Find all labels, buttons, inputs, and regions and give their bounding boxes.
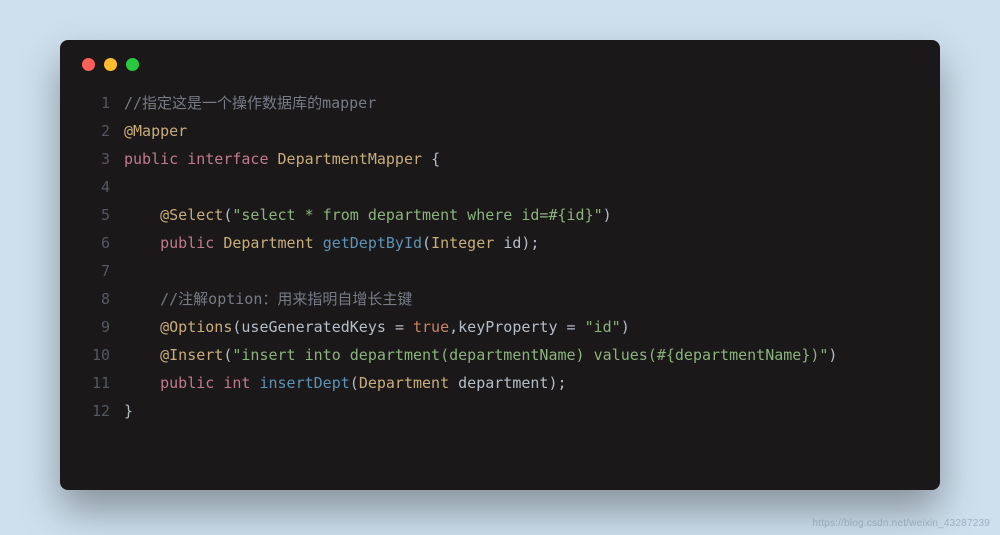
line-content: @Mapper xyxy=(124,117,187,145)
token-kw: int xyxy=(223,374,250,392)
code-line: 6 public Department getDeptById(Integer … xyxy=(82,229,918,257)
token-str: "select * from department where id=#{id}… xyxy=(232,206,602,224)
token-txt xyxy=(124,374,160,392)
line-number: 2 xyxy=(82,117,110,145)
maximize-dot-icon[interactable] xyxy=(126,58,139,71)
code-line: 2 @Mapper xyxy=(82,117,918,145)
line-number: 1 xyxy=(82,89,110,117)
line-number: 11 xyxy=(82,369,110,397)
line-number: 10 xyxy=(82,341,110,369)
token-cmt: //注解option：用来指明自增长主键 xyxy=(160,290,412,308)
line-content: @Select("select * from department where … xyxy=(124,201,612,229)
token-str: "id" xyxy=(585,318,621,336)
token-pun: ) xyxy=(603,206,612,224)
token-pun: { xyxy=(431,150,440,168)
code-block: 1 //指定这是一个操作数据库的mapper 2 @Mapper 3 public int… xyxy=(82,89,918,425)
line-number: 4 xyxy=(82,173,110,201)
line-content: public int insertDept(Department departm… xyxy=(124,369,567,397)
token-str: "insert into department(departmentName) … xyxy=(232,346,828,364)
token-kw: public xyxy=(160,234,214,252)
code-line: 3 public interface DepartmentMapper { xyxy=(82,145,918,173)
token-pun: , xyxy=(449,318,458,336)
line-content: //指定这是一个操作数据库的mapper xyxy=(124,89,376,117)
code-line: 7 xyxy=(82,257,918,285)
token-ann: @Options xyxy=(160,318,232,336)
token-txt xyxy=(558,318,567,336)
line-number: 7 xyxy=(82,257,110,285)
token-txt xyxy=(494,234,503,252)
token-txt xyxy=(422,150,431,168)
token-ann: @Insert xyxy=(160,346,223,364)
line-number: 6 xyxy=(82,229,110,257)
token-txt xyxy=(404,318,413,336)
line-content: } xyxy=(124,397,133,425)
token-ann: @Mapper xyxy=(124,122,187,140)
token-txt xyxy=(386,318,395,336)
close-dot-icon[interactable] xyxy=(82,58,95,71)
token-pun: ); xyxy=(548,374,566,392)
token-par: keyProperty xyxy=(458,318,557,336)
token-txt xyxy=(269,150,278,168)
token-typ: DepartmentMapper xyxy=(278,150,423,168)
token-typ: Department xyxy=(223,234,313,252)
token-txt xyxy=(124,290,160,308)
watermark-text: https://blog.csdn.net/weixin_43287239 xyxy=(812,518,990,529)
token-txt xyxy=(124,346,160,364)
line-number: 3 xyxy=(82,145,110,173)
token-cmt: //指定这是一个操作数据库的mapper xyxy=(124,94,376,112)
token-kw: interface xyxy=(187,150,268,168)
line-content: @Insert("insert into department(departme… xyxy=(124,341,837,369)
window-titlebar xyxy=(82,58,918,71)
line-content: @Options(useGeneratedKeys = true,keyProp… xyxy=(124,313,630,341)
minimize-dot-icon[interactable] xyxy=(104,58,117,71)
code-line: 9 @Options(useGeneratedKeys = true,keyPr… xyxy=(82,313,918,341)
token-par: department xyxy=(458,374,548,392)
token-txt xyxy=(576,318,585,336)
code-line: 4 xyxy=(82,173,918,201)
code-line: 10 @Insert("insert into department(depar… xyxy=(82,341,918,369)
token-lit: true xyxy=(413,318,449,336)
token-txt xyxy=(214,234,223,252)
code-line: 5 @Select("select * from department wher… xyxy=(82,201,918,229)
token-fn: getDeptById xyxy=(323,234,422,252)
token-kw: public xyxy=(124,150,178,168)
line-content: //注解option：用来指明自增长主键 xyxy=(124,285,412,313)
token-txt xyxy=(314,234,323,252)
token-txt xyxy=(214,374,223,392)
line-number: 8 xyxy=(82,285,110,313)
token-pun: } xyxy=(124,402,133,420)
token-fn: insertDept xyxy=(259,374,349,392)
token-par: useGeneratedKeys xyxy=(241,318,386,336)
token-pun: ) xyxy=(828,346,837,364)
token-typ: Department xyxy=(359,374,449,392)
token-kw: public xyxy=(160,374,214,392)
line-number: 5 xyxy=(82,201,110,229)
code-line: 12} xyxy=(82,397,918,425)
line-content: public Department getDeptById(Integer id… xyxy=(124,229,539,257)
token-pun: ( xyxy=(422,234,431,252)
token-txt xyxy=(124,234,160,252)
token-ann: @Select xyxy=(160,206,223,224)
token-pun: = xyxy=(567,318,576,336)
token-pun: = xyxy=(395,318,404,336)
token-pun: ) xyxy=(621,318,630,336)
token-pun: ); xyxy=(521,234,539,252)
token-typ: Integer xyxy=(431,234,494,252)
code-line: 11 public int insertDept(Department depa… xyxy=(82,369,918,397)
line-number: 9 xyxy=(82,313,110,341)
token-pun: ( xyxy=(350,374,359,392)
token-txt xyxy=(449,374,458,392)
token-txt xyxy=(124,206,160,224)
line-content: public interface DepartmentMapper { xyxy=(124,145,440,173)
code-window: 1 //指定这是一个操作数据库的mapper 2 @Mapper 3 public int… xyxy=(60,40,940,490)
token-txt xyxy=(124,318,160,336)
token-txt xyxy=(178,150,187,168)
token-par: id xyxy=(503,234,521,252)
line-number: 12 xyxy=(82,397,110,425)
code-line: 1 //指定这是一个操作数据库的mapper xyxy=(82,89,918,117)
code-line: 8 //注解option：用来指明自增长主键 xyxy=(82,285,918,313)
